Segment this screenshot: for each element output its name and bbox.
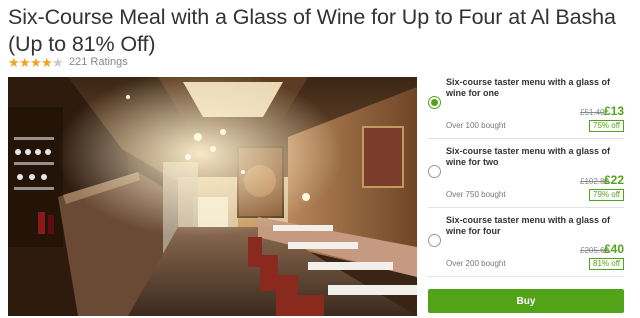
discount-badge: 81% off: [589, 258, 624, 270]
ratings-count[interactable]: 221 Ratings: [69, 56, 128, 68]
rating-stars: ★ ★ ★ ★ ★: [8, 54, 64, 70]
original-price: £51.40: [580, 108, 605, 117]
option-title: Six-course taster menu with a glass of w…: [446, 146, 611, 167]
rating-summary: ★ ★ ★ ★ ★ 221 Ratings: [8, 55, 128, 69]
option-radio[interactable]: [428, 234, 441, 247]
option-title: Six-course taster menu with a glass of w…: [446, 215, 611, 236]
buy-button[interactable]: Buy: [428, 289, 624, 313]
deal-price: £40: [603, 242, 624, 256]
option-radio[interactable]: [428, 96, 441, 109]
deal-price: £22: [603, 173, 624, 187]
star-icon: ★: [19, 54, 31, 70]
bought-count: Over 200 bought: [446, 259, 506, 268]
star-icon: ★: [41, 54, 53, 70]
option-radio[interactable]: [428, 165, 441, 178]
discount-badge: 75% off: [589, 120, 624, 132]
option-title: Six-course taster menu with a glass of w…: [446, 77, 611, 98]
star-icon: ★: [30, 54, 42, 70]
deal-title: Six-Course Meal with a Glass of Wine for…: [8, 5, 616, 56]
star-icon: ★: [8, 54, 20, 70]
deal-option-two[interactable]: Six-course taster menu with a glass of w…: [428, 139, 624, 208]
deal-options: Six-course taster menu with a glass of w…: [428, 70, 624, 277]
discount-badge: 79% off: [589, 189, 624, 201]
bought-count: Over 100 bought: [446, 121, 506, 130]
deal-option-four[interactable]: Six-course taster menu with a glass of w…: [428, 208, 624, 277]
star-icon: ★: [52, 54, 64, 70]
deal-price: £13: [603, 104, 624, 118]
bought-count: Over 750 bought: [446, 190, 506, 199]
deal-option-one[interactable]: Six-course taster menu with a glass of w…: [428, 70, 624, 139]
restaurant-interior-photo[interactable]: [8, 77, 417, 316]
